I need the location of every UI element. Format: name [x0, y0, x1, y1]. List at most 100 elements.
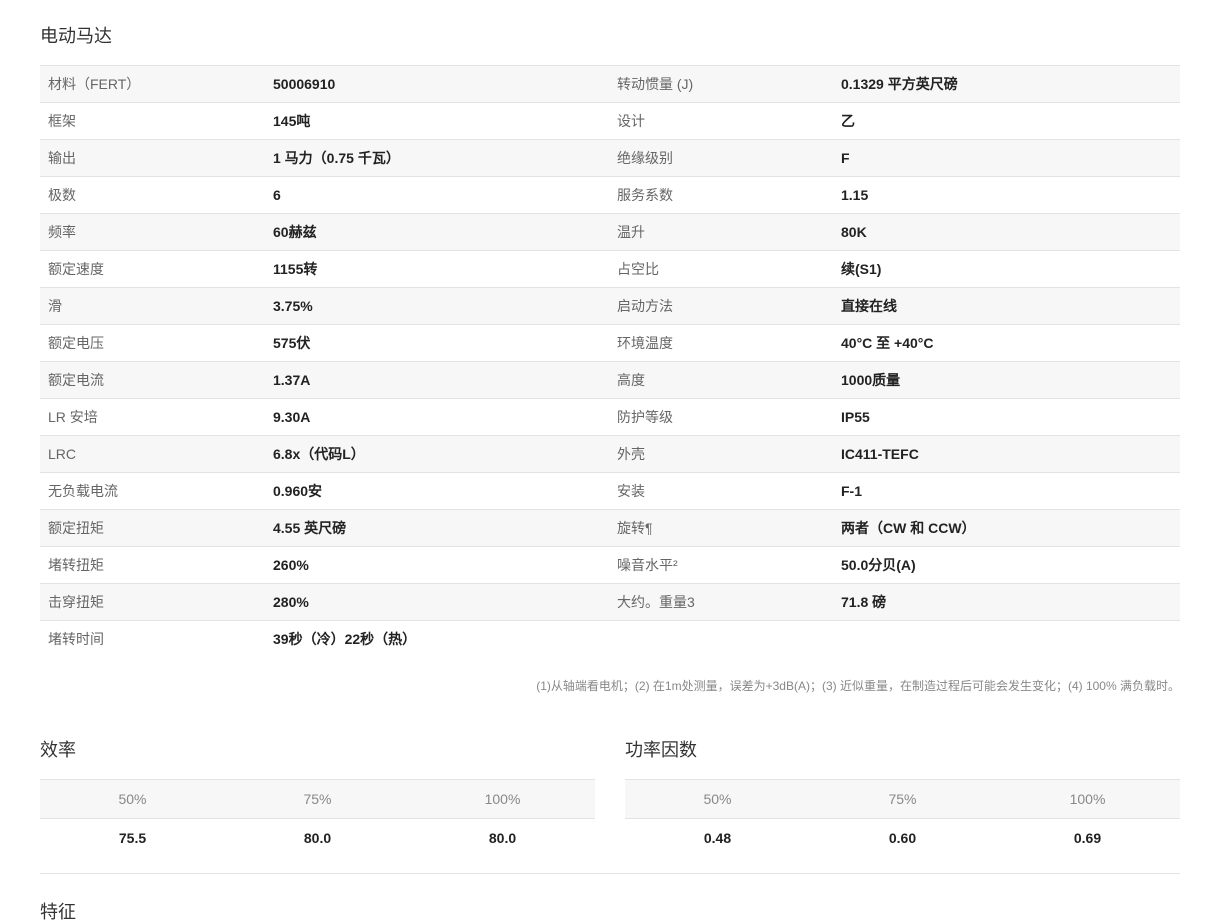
spec-value: 1 马力（0.75 千瓦） [265, 139, 609, 177]
table-row: 75.5 80.0 80.0 [40, 819, 595, 858]
spec-value: 9.30A [265, 398, 609, 436]
table-row: 输出 1 马力（0.75 千瓦） 绝缘级别 F [40, 139, 1180, 177]
spec-value: 50006910 [265, 65, 609, 103]
section-divider [40, 873, 1180, 874]
spec-value: 续(S1) [833, 250, 1180, 288]
spec-label: 额定电压 [40, 324, 265, 362]
table-row: 0.48 0.60 0.69 [625, 819, 1180, 858]
spec-label: 启动方法 [609, 287, 833, 325]
power-factor-value: 0.60 [888, 830, 917, 846]
spec-label: LRC [40, 435, 265, 473]
power-factor-table: 50% 75% 100% 0.48 0.60 0.69 [625, 779, 1180, 857]
efficiency-value: 75.5 [118, 830, 147, 846]
spec-value: 4.55 英尺磅 [265, 509, 609, 547]
table-row: 框架 145吨 设计乙 [40, 102, 1180, 140]
spec-value: 6.8x（代码L） [265, 435, 609, 473]
spec-value: 50.0分贝(A) [833, 546, 1180, 584]
spec-value: 0.960安 [265, 472, 609, 510]
spec-value: 6 [265, 176, 609, 214]
spec-label [609, 620, 833, 658]
spec-value: 260% [265, 546, 609, 584]
spec-value: F-1 [833, 472, 1180, 510]
spec-label: 堵转扭矩 [40, 546, 265, 584]
power-factor-value: 0.69 [1073, 830, 1102, 846]
spec-value: 280% [265, 583, 609, 621]
table-row: LRC 6.8x（代码L） 外壳 IC411-TEFC [40, 435, 1180, 473]
spec-label: 外壳 [609, 435, 833, 473]
spec-value: 3.75% [265, 287, 609, 325]
spec-label: 绝缘级别 [609, 139, 833, 177]
spec-label: 频率 [40, 213, 265, 251]
table-header-row: 50% 75% 100% [625, 779, 1180, 819]
spec-label: 击穿扭矩 [40, 583, 265, 621]
spec-footnote: (1)从轴端看电机；(2) 在1m处测量，误差为+3dB(A)；(3) 近似重量… [536, 679, 1180, 693]
table-row: 材料（FERT） 50006910 转动惯量 (J) 0.1329 平方英尺磅 [40, 65, 1180, 103]
spec-label: 转动惯量 (J) [609, 65, 833, 103]
section-title-motor: 电动马达 [40, 26, 112, 46]
section-title-power-factor: 功率因数 [625, 740, 697, 760]
table-row: 极数 6 服务系数 1.15 [40, 176, 1180, 214]
spec-value: IC411-TEFC [833, 435, 1180, 473]
section-title-features: 特征 [40, 902, 76, 922]
section-title-efficiency: 效率 [40, 740, 76, 760]
efficiency-value: 80.0 [488, 830, 517, 846]
spec-label: 占空比 [609, 250, 833, 288]
spec-label: 环境温度 [609, 324, 833, 362]
spec-label: 额定速度 [40, 250, 265, 288]
table-row: 额定电压 575伏 环境温度 40°C 至 +40°C [40, 324, 1180, 362]
spec-value: 60赫兹 [265, 213, 609, 251]
spec-label: 大约。重量3 [609, 583, 833, 621]
spec-value: 1.37A [265, 361, 609, 399]
spec-label: 温升 [609, 213, 833, 251]
spec-label: 堵转时间 [40, 620, 265, 658]
spec-label: 旋转¶ [609, 509, 833, 547]
spec-value: 0.1329 平方英尺磅 [833, 65, 1180, 103]
spec-value: 1155转 [265, 250, 609, 288]
spec-value: 1.15 [833, 176, 1180, 214]
column-header: 100% [410, 779, 595, 819]
spec-label: 安装 [609, 472, 833, 510]
efficiency-value: 80.0 [303, 830, 332, 846]
table-row: 额定电流 1.37A 高度 1000质量 [40, 361, 1180, 399]
spec-value: 1000质量 [833, 361, 1180, 399]
spec-value: 80K [833, 213, 1180, 251]
spec-label: 防护等级 [609, 398, 833, 436]
table-row: 堵转时间 39秒（冷）22秒（热） [40, 620, 1180, 658]
table-row: 击穿扭矩 280% 大约。重量3 71.8 磅 [40, 583, 1180, 621]
spec-value [833, 620, 1180, 658]
table-row: 堵转扭矩 260% 噪音水平² 50.0分贝(A) [40, 546, 1180, 584]
spec-value: F [833, 139, 1180, 177]
spec-value: 乙 [833, 102, 1180, 140]
spec-value: 145吨 [265, 102, 609, 140]
column-header: 50% [625, 779, 810, 819]
spec-label: LR 安培 [40, 398, 265, 436]
table-row: 额定扭矩 4.55 英尺磅 旋转¶ 两者（CW 和 CCW） [40, 509, 1180, 547]
spec-label: 无负载电流 [40, 472, 265, 510]
spec-value: 71.8 磅 [833, 583, 1180, 621]
spec-value: 39秒（冷）22秒（热） [265, 620, 609, 658]
spec-label: 额定扭矩 [40, 509, 265, 547]
column-header: 50% [40, 779, 225, 819]
table-row: 额定速度 1155转 占空比 续(S1) [40, 250, 1180, 288]
spec-value: 575伏 [265, 324, 609, 362]
motor-spec-table: 材料（FERT） 50006910 转动惯量 (J) 0.1329 平方英尺磅 框架 14… [40, 65, 1180, 658]
column-header: 75% [225, 779, 410, 819]
spec-value: IP55 [833, 398, 1180, 436]
table-row: 无负载电流 0.960安 安装 F-1 [40, 472, 1180, 510]
spec-label: 材料（FERT） [40, 65, 265, 103]
table-header-row: 50% 75% 100% [40, 779, 595, 819]
spec-label: 输出 [40, 139, 265, 177]
spec-label: 高度 [609, 361, 833, 399]
spec-value: 两者（CW 和 CCW） [833, 509, 1180, 547]
column-header: 75% [810, 779, 995, 819]
column-header: 100% [995, 779, 1180, 819]
spec-label: 滑 [40, 287, 265, 325]
spec-value: 直接在线 [833, 287, 1180, 325]
spec-label: 设计 [609, 102, 833, 140]
table-row: 频率 60赫兹 温升 80K [40, 213, 1180, 251]
spec-label: 服务系数 [609, 176, 833, 214]
table-row: LR 安培 9.30A 防护等级 IP55 [40, 398, 1180, 436]
spec-value: 40°C 至 +40°C [833, 324, 1180, 362]
efficiency-table: 50% 75% 100% 75.5 80.0 80.0 [40, 779, 595, 857]
power-factor-value: 0.48 [703, 830, 732, 846]
